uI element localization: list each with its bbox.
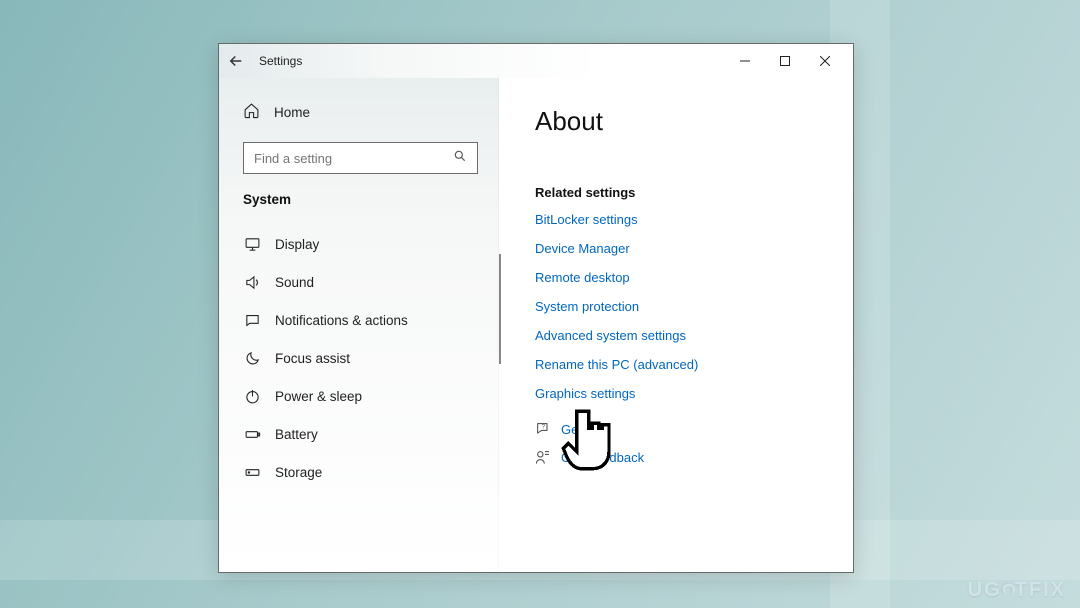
sidebar-category: System (219, 188, 498, 225)
scroll-indicator[interactable] (499, 254, 501, 364)
link-bitlocker[interactable]: BitLocker settings (535, 212, 825, 227)
sidebar-item-label: Battery (275, 427, 318, 442)
maximize-button[interactable] (765, 47, 805, 75)
sidebar-item-label: Focus assist (275, 351, 350, 366)
titlebar: Settings (219, 44, 853, 78)
link-rename-pc-advanced[interactable]: Rename this PC (advanced) (535, 357, 825, 372)
settings-window: Settings Home (218, 43, 854, 573)
window-controls (725, 47, 845, 75)
search-icon (445, 149, 467, 168)
search-input[interactable] (243, 142, 478, 174)
get-help-link[interactable]: ? Get help (535, 421, 825, 437)
sidebar-item-focus[interactable]: Focus assist (219, 339, 498, 377)
sidebar-item-label: Power & sleep (275, 389, 362, 404)
window-title: Settings (259, 54, 302, 68)
give-feedback-link[interactable]: Give feedback (535, 449, 825, 465)
get-help-label: Get help (561, 422, 610, 437)
close-button[interactable] (805, 47, 845, 75)
page-title: About (535, 106, 825, 137)
home-icon (243, 102, 260, 122)
sidebar-item-sound[interactable]: Sound (219, 263, 498, 301)
sidebar-item-label: Storage (275, 465, 322, 480)
link-device-manager[interactable]: Device Manager (535, 241, 825, 256)
svg-text:?: ? (542, 424, 546, 430)
power-icon (243, 387, 261, 405)
sidebar-item-display[interactable]: Display (219, 225, 498, 263)
sidebar-home-label: Home (274, 105, 310, 120)
link-remote-desktop[interactable]: Remote desktop (535, 270, 825, 285)
help-icon: ? (535, 421, 551, 437)
search-field[interactable] (254, 151, 445, 166)
sidebar-item-power[interactable]: Power & sleep (219, 377, 498, 415)
storage-icon (243, 463, 261, 481)
sidebar-item-notifications[interactable]: Notifications & actions (219, 301, 498, 339)
sound-icon (243, 273, 261, 291)
search-wrap (219, 130, 498, 188)
sidebar-home[interactable]: Home (219, 94, 498, 130)
monitor-icon (243, 235, 261, 253)
content-area: About Related settings BitLocker setting… (499, 78, 853, 572)
sidebar-item-storage[interactable]: Storage (219, 453, 498, 491)
sidebar: Home System Display (219, 78, 499, 572)
helpers: ? Get help Give feedback (535, 421, 825, 465)
link-graphics-settings[interactable]: Graphics settings (535, 386, 825, 401)
back-icon[interactable] (227, 52, 245, 70)
watermark: UGⅽTFIX (968, 577, 1066, 602)
sidebar-item-battery[interactable]: Battery (219, 415, 498, 453)
sidebar-item-label: Sound (275, 275, 314, 290)
moon-icon (243, 349, 261, 367)
minimize-button[interactable] (725, 47, 765, 75)
link-system-protection[interactable]: System protection (535, 299, 825, 314)
battery-icon (243, 425, 261, 443)
related-links: BitLocker settings Device Manager Remote… (535, 212, 825, 401)
link-advanced-system-settings[interactable]: Advanced system settings (535, 328, 825, 343)
give-feedback-label: Give feedback (561, 450, 644, 465)
window-body: Home System Display (219, 78, 853, 572)
notifications-icon (243, 311, 261, 329)
related-settings-header: Related settings (535, 185, 825, 200)
sidebar-item-label: Display (275, 237, 319, 252)
feedback-icon (535, 449, 551, 465)
sidebar-item-label: Notifications & actions (275, 313, 408, 328)
